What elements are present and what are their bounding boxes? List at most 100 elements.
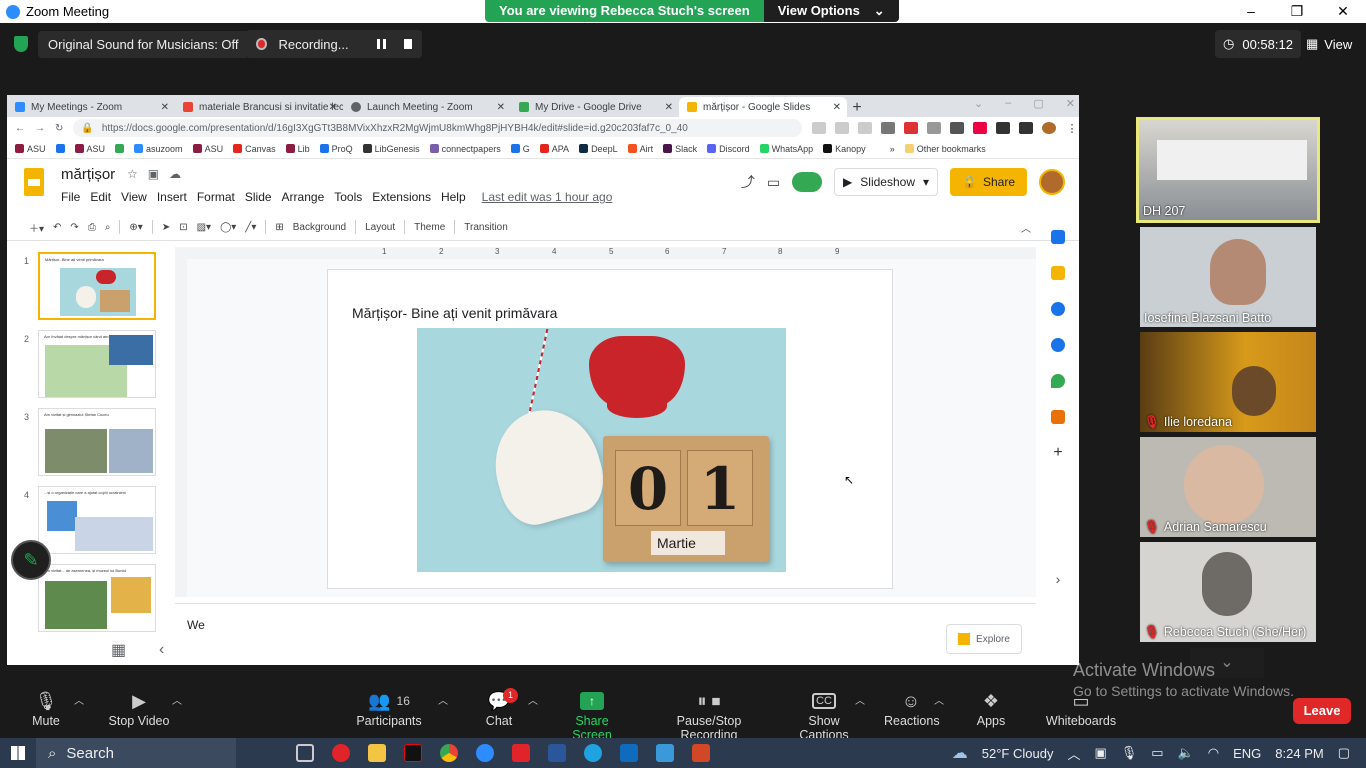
bookmark[interactable]: asuzoom xyxy=(134,144,183,154)
acrobat-icon[interactable] xyxy=(512,744,530,762)
undo-icon[interactable]: ↶ xyxy=(53,222,61,233)
notifications-icon[interactable]: ▢ xyxy=(1338,745,1350,761)
view-button[interactable]: ▦ View xyxy=(1306,30,1352,58)
slide-title[interactable]: Mărțișor- Bine ați venit primăvara xyxy=(352,305,557,321)
show-captions-button[interactable]: CC Show Captions xyxy=(782,688,866,742)
line-icon[interactable]: ╱▾ xyxy=(245,222,256,233)
volume-icon[interactable]: 🔈 xyxy=(1178,745,1194,761)
keep-icon[interactable] xyxy=(1051,266,1065,280)
slide-thumbnail[interactable]: ...și o organizație care a ajutat copiii… xyxy=(38,486,156,554)
participant-tile-active[interactable]: DH 207 xyxy=(1136,117,1320,223)
menu-extensions[interactable]: Extensions xyxy=(372,190,431,204)
chrome-icon[interactable] xyxy=(440,744,458,762)
zoom-page-icon[interactable] xyxy=(812,122,826,134)
file-explorer-icon[interactable] xyxy=(368,744,386,762)
menu-arrange[interactable]: Arrange xyxy=(282,190,325,204)
share-page-icon[interactable] xyxy=(835,122,849,134)
maximize-icon[interactable]: ▢ xyxy=(1033,97,1043,110)
task-view-icon[interactable] xyxy=(296,744,314,762)
menu-edit[interactable]: Edit xyxy=(90,190,111,204)
chevron-down-icon[interactable]: ⌄ xyxy=(974,97,983,110)
participants-options-caret-icon[interactable]: ︿ xyxy=(438,692,448,707)
account-avatar[interactable] xyxy=(1039,169,1065,195)
word-icon[interactable] xyxy=(548,744,566,762)
comment-add-icon[interactable]: ⊞ xyxy=(275,222,283,233)
bookmark[interactable] xyxy=(115,144,125,153)
move-folder-icon[interactable]: ▣ xyxy=(148,167,159,181)
view-options-button[interactable]: View Options ⌄ xyxy=(763,0,899,22)
close-tab-icon[interactable]: ✕ xyxy=(329,102,337,113)
bookmark[interactable]: ASU xyxy=(192,144,223,154)
powerpoint-icon[interactable] xyxy=(692,744,710,762)
maps-icon[interactable] xyxy=(1051,374,1065,388)
pause-stop-recording-button[interactable]: ⏸ ⏹ Pause/Stop Recording xyxy=(648,688,770,743)
bookmark[interactable]: APA xyxy=(539,144,569,154)
extension-icon[interactable] xyxy=(927,122,941,134)
menu-file[interactable]: File xyxy=(61,190,80,204)
thumbnail-row[interactable]: 3 Am vizitat și gimnaziul Ștefan Cuceu xyxy=(7,408,175,480)
speaker-notes[interactable]: We Explore xyxy=(175,603,1036,665)
menu-view[interactable]: View xyxy=(121,190,147,204)
video-options-caret-icon[interactable]: ︿ xyxy=(172,692,182,707)
grid-view-icon[interactable]: ▦ xyxy=(111,640,126,660)
bookmark[interactable]: WhatsApp xyxy=(759,144,813,154)
shape-icon[interactable]: ◯▾ xyxy=(220,222,236,233)
close-tab-icon[interactable]: ✕ xyxy=(665,102,673,113)
back-icon[interactable]: ← xyxy=(15,123,25,134)
tray-overflow-icon[interactable]: ︿ xyxy=(1067,744,1080,763)
pocket-icon[interactable] xyxy=(973,122,987,134)
bookmark[interactable]: Kanopy xyxy=(823,144,866,154)
participants-button[interactable]: 👥 16 Participants xyxy=(356,688,422,729)
minimize-icon[interactable]: – xyxy=(1005,97,1011,110)
extension-icon[interactable] xyxy=(881,122,895,134)
add-addon-icon[interactable]: + xyxy=(1051,445,1065,461)
cloud-status-icon[interactable]: ☁ xyxy=(169,167,181,181)
theme-button[interactable]: Theme xyxy=(414,222,445,233)
profile-avatar-icon[interactable] xyxy=(1042,122,1056,134)
office-addon-icon[interactable] xyxy=(1051,410,1065,424)
document-title[interactable]: mărțișor xyxy=(61,166,115,183)
new-slide-icon[interactable]: ＋▾ xyxy=(29,220,44,235)
share-button[interactable]: 🔒 Share xyxy=(950,168,1027,196)
slides-logo-icon[interactable] xyxy=(24,168,44,196)
star-icon[interactable]: ☆ xyxy=(127,167,138,181)
background-button[interactable]: Background xyxy=(293,222,346,233)
whiteboards-button[interactable]: ▭ Whiteboards xyxy=(1044,688,1118,729)
slide-thumbnail[interactable]: Am vizitat... de asemenea, și muzeul lui… xyxy=(38,564,156,632)
reload-icon[interactable]: ↻ xyxy=(55,123,63,134)
close-tab-icon[interactable]: ✕ xyxy=(497,102,505,113)
slideshow-button[interactable]: ▶ Slideshow ▾ xyxy=(834,168,939,196)
tasks-icon[interactable] xyxy=(1051,302,1065,316)
app-icon[interactable] xyxy=(620,744,638,762)
contacts-icon[interactable] xyxy=(1051,338,1065,352)
taskbar-search[interactable]: ⌕ Search xyxy=(36,738,236,768)
netflix-icon[interactable] xyxy=(404,744,422,762)
app-icon[interactable] xyxy=(656,744,674,762)
clock-time[interactable]: 8:24 PM xyxy=(1275,746,1323,761)
address-bar[interactable]: 🔒 https://docs.google.com/presentation/d… xyxy=(73,119,802,137)
extension-icon[interactable] xyxy=(904,122,918,134)
bookmark[interactable]: Slack xyxy=(663,144,697,154)
menu-tools[interactable]: Tools xyxy=(334,190,362,204)
edge-icon[interactable] xyxy=(584,744,602,762)
restore-button[interactable]: ❐ xyxy=(1274,0,1320,23)
thumbnail-row[interactable]: 2 Am învățat despre mărțișor când am fos… xyxy=(7,330,175,402)
comments-icon[interactable]: ▭ xyxy=(767,174,780,191)
participant-tile[interactable]: 🎙 Rebecca Stuch (She/Her) xyxy=(1140,542,1316,642)
image-icon[interactable]: ▨▾ xyxy=(197,222,211,233)
meet-now-icon[interactable]: ▣ xyxy=(1094,745,1106,761)
zoom-app-icon[interactable] xyxy=(476,744,494,762)
battery-icon[interactable]: ▭ xyxy=(1151,745,1163,761)
bookmark[interactable]: Airt xyxy=(627,144,653,154)
close-tab-icon[interactable]: ✕ xyxy=(833,102,841,113)
speaker-notes-text[interactable]: We xyxy=(187,618,205,632)
microphone-icon[interactable]: 🎙 xyxy=(1121,745,1138,761)
participant-tile[interactable]: 🎙 Ilie loredana xyxy=(1140,332,1316,432)
weather-text[interactable]: 52°F Cloudy xyxy=(982,746,1054,761)
martisor-image[interactable]: 0 1 Martie xyxy=(417,328,786,572)
annotate-pen-button[interactable]: ✎ xyxy=(11,540,51,580)
last-edit-link[interactable]: Last edit was 1 hour ago xyxy=(482,190,613,204)
participant-tile[interactable]: 🎙 Adrian Samarescu xyxy=(1140,437,1316,537)
other-bookmarks-folder[interactable]: Other bookmarks xyxy=(904,144,986,154)
browser-tab[interactable]: My Drive - Google Drive ✕ xyxy=(511,97,679,117)
